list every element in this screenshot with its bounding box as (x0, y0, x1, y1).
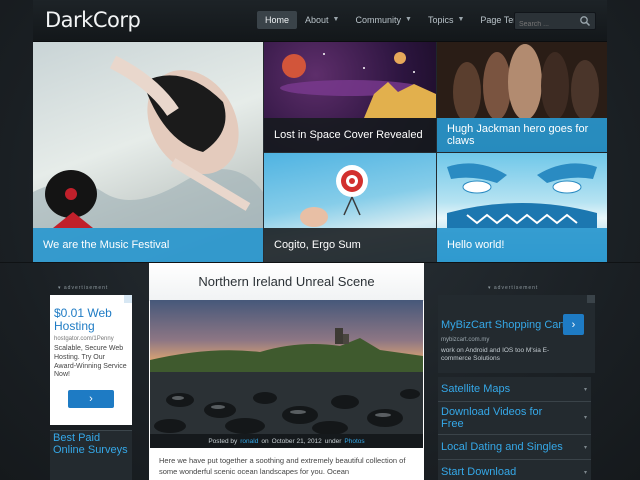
post-photo-scene (150, 328, 423, 434)
nav-item-label: About (305, 15, 329, 25)
search-input[interactable] (515, 16, 579, 33)
right-link-label: Start Download (441, 466, 517, 478)
ad-label: ▾ advertisement (58, 285, 109, 291)
ad-open-button[interactable]: › (68, 390, 114, 408)
left-advertisement[interactable]: $0.01 Web Hosting hostgator.com/1Penny S… (50, 295, 132, 425)
ad-label-text: advertisement (63, 285, 109, 291)
chevron-down-icon: ▼ (457, 16, 465, 23)
ad-title[interactable]: $0.01 Web Hosting (50, 295, 132, 332)
post-meta-prefix: Posted by (208, 437, 238, 445)
featured-caption: We are the Music Festival (33, 228, 263, 262)
right-link-item[interactable]: Local Dating and Singles ▾ (438, 435, 591, 460)
left-link-list: Best Paid Online Surveys (50, 430, 132, 480)
chevron-down-icon: ▾ (583, 469, 587, 476)
left-link-item[interactable]: Best Paid Online Surveys (50, 431, 132, 458)
nav-item-community[interactable]: Community ▼ (347, 11, 419, 29)
featured-post-music-festival[interactable]: We are the Music Festival (33, 42, 263, 262)
post-category-link[interactable]: Photos (344, 438, 364, 445)
ad-open-button[interactable]: › (563, 314, 584, 335)
right-link-label: Satellite Maps (441, 383, 511, 395)
featured-caption: Lost in Space Cover Revealed (264, 118, 436, 152)
nav-item-topics[interactable]: Topics ▼ (420, 11, 472, 29)
nav-item-about[interactable]: About ▼ (297, 11, 347, 29)
ad-url[interactable]: mybizcart.com.my (441, 337, 489, 343)
chevron-down-icon: ▾ (583, 386, 587, 393)
post-category-prefix: under (324, 437, 342, 445)
chevron-right-icon: › (571, 318, 576, 331)
post-date-prefix: on (261, 437, 269, 445)
featured-caption: Cogito, Ergo Sum (264, 228, 436, 262)
chevron-down-icon: ▾ (583, 444, 587, 451)
featured-caption: Hugh Jackman hero goes for claws (437, 118, 607, 152)
ad-label: ▾ advertisement (488, 285, 539, 291)
ad-choices-icon[interactable] (587, 295, 595, 303)
featured-caption: Hello world! (437, 228, 607, 262)
post-author-link[interactable]: ronald (240, 438, 258, 445)
right-link-label: Download Videos for Free (441, 405, 543, 430)
right-advertisement[interactable]: MyBizCart Shopping Cart › mybizcart.com.… (438, 295, 595, 373)
featured-image (437, 42, 607, 122)
right-link-item[interactable]: Start Download ▾ (438, 460, 591, 480)
post-excerpt: Here we have put together a soothing and… (159, 456, 406, 476)
ad-url[interactable]: hostgator.com/1Penny (50, 332, 132, 342)
right-link-item[interactable]: Download Videos for Free ▾ (438, 402, 591, 435)
nav-item-home[interactable]: Home (257, 11, 298, 29)
featured-image (33, 55, 263, 228)
post-image[interactable] (150, 300, 423, 434)
right-link-item[interactable]: Satellite Maps ▾ (438, 377, 591, 402)
post-card: Northern Ireland Unreal Scene Posted by … (149, 263, 424, 480)
post-meta: Posted by ronald on October 21, 2012 und… (150, 434, 423, 448)
chevron-down-icon: ▼ (332, 16, 340, 23)
featured-post-hugh-jackman[interactable]: Hugh Jackman hero goes for claws (437, 42, 607, 152)
featured-post-lost-in-space[interactable]: Lost in Space Cover Revealed (264, 42, 436, 152)
featured-image (300, 165, 368, 227)
featured-image (447, 163, 597, 228)
featured-post-hello-world[interactable]: Hello world! (437, 153, 607, 262)
featured-post-cogito[interactable]: Cogito, Ergo Sum (264, 153, 436, 262)
featured-image (280, 52, 436, 118)
nav-item-label: Community (355, 15, 401, 25)
ad-label-text: advertisement (493, 285, 539, 291)
post-date: October 21, 2012 (271, 437, 322, 445)
site-header: DarkCorp Home About ▼ Community ▼ Topics… (33, 0, 607, 42)
post-title[interactable]: Northern Ireland Unreal Scene (149, 263, 424, 301)
chevron-down-icon: ▼ (405, 16, 412, 23)
ad-title[interactable]: MyBizCart Shopping Cart (441, 319, 565, 331)
chevron-down-icon: ▾ (583, 414, 587, 421)
nav-item-label: Home (265, 15, 290, 25)
right-link-list: Satellite Maps ▾ Download Videos for Fre… (438, 377, 591, 480)
ad-text: Scalable, Secure Web Hosting. Try Our Aw… (54, 345, 127, 379)
site-logo[interactable]: DarkCorp (45, 8, 141, 32)
search-icon[interactable] (579, 15, 591, 27)
ad-choices-icon[interactable] (124, 295, 132, 303)
search-box (514, 12, 596, 33)
nav-item-label: Topics (427, 15, 454, 25)
chevron-right-icon: › (89, 393, 93, 405)
right-link-label: Local Dating and Singles (441, 441, 563, 453)
featured-posts-grid: We are the Music Festival Lost in Space … (33, 42, 607, 262)
ad-text: work on Android and IOS too M'sia E-comm… (441, 347, 550, 363)
